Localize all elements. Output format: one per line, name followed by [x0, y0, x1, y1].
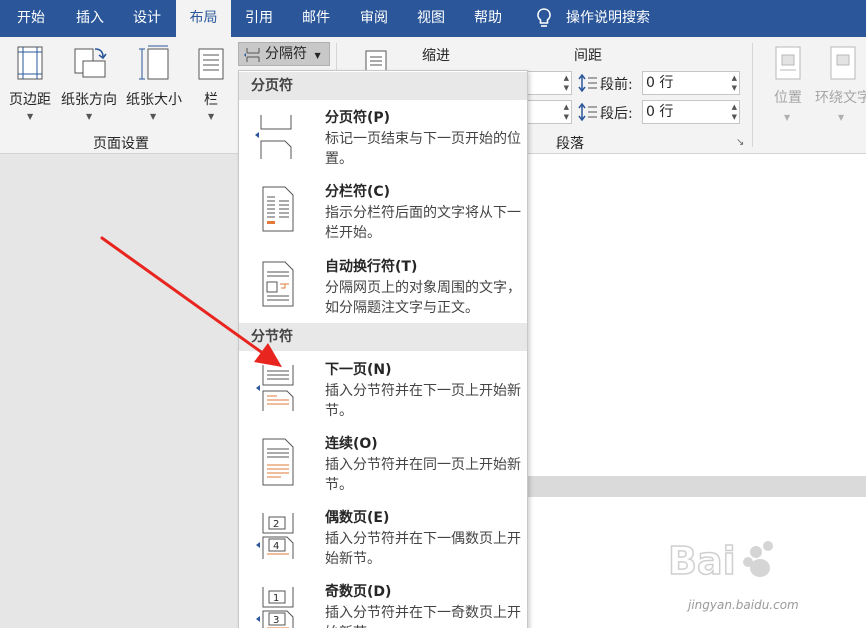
red-arrow-annotation	[100, 236, 282, 367]
